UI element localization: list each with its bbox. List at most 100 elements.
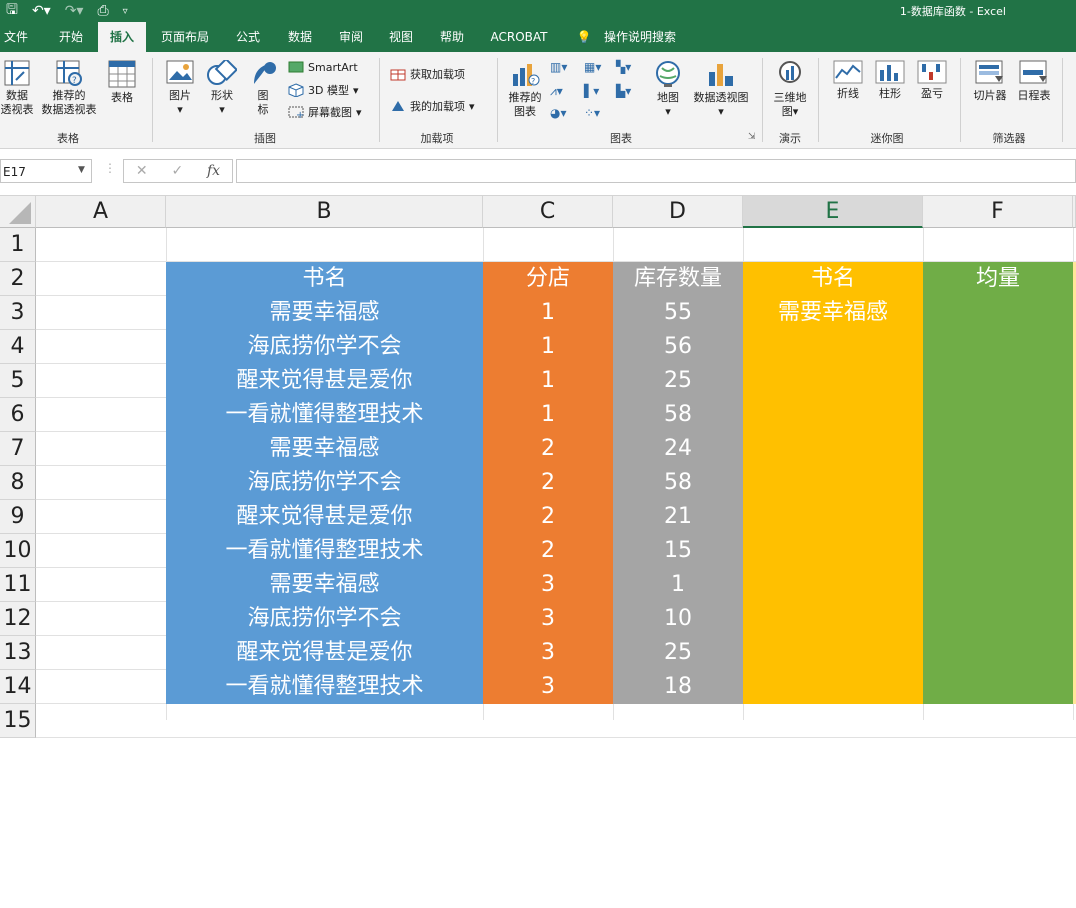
cell-store[interactable]: 1 <box>483 330 613 364</box>
line-chart-button[interactable]: ⩘▾ <box>550 84 563 99</box>
icons-button[interactable]: 图 标 <box>246 58 280 117</box>
row-header[interactable]: 7 <box>0 432 36 466</box>
cell-book[interactable]: 需要幸福感 <box>166 568 483 602</box>
cell-book[interactable]: 海底捞你学不会 <box>166 466 483 500</box>
row-header[interactable]: 8 <box>0 466 36 500</box>
cell-store[interactable]: 1 <box>483 364 613 398</box>
cell-book[interactable]: 醒来觉得甚是爱你 <box>166 364 483 398</box>
table-button[interactable]: 表格 <box>104 60 140 105</box>
tab-data[interactable]: 数据 <box>278 22 322 52</box>
tab-review[interactable]: 审阅 <box>330 22 372 52</box>
tab-home[interactable]: 开始 <box>46 22 96 52</box>
cell-quantity[interactable]: 1 <box>613 568 743 602</box>
cell-quantity[interactable]: 25 <box>613 364 743 398</box>
cell-store[interactable]: 3 <box>483 568 613 602</box>
row-header[interactable]: 9 <box>0 500 36 534</box>
column-header-b[interactable]: B <box>166 196 483 228</box>
cell-store[interactable]: 3 <box>483 636 613 670</box>
3d-map-button[interactable]: 三维地 图▾ <box>768 60 812 119</box>
sparkline-line-button[interactable]: 折线 <box>828 60 868 101</box>
column-header-e[interactable]: E <box>743 196 923 228</box>
statistic-chart-button[interactable]: ▌▾ <box>584 84 599 98</box>
tell-me-search[interactable]: 操作说明搜索 <box>598 22 682 52</box>
cell-book[interactable]: 海底捞你学不会 <box>166 602 483 636</box>
cell-store[interactable]: 1 <box>483 296 613 330</box>
cell-quantity[interactable]: 10 <box>613 602 743 636</box>
my-addins-button[interactable]: 我的加载项 ▾ <box>390 98 475 114</box>
recommended-charts-button[interactable]: ? 推荐的 图表 <box>504 60 546 119</box>
undo-icon[interactable]: ↶▾ <box>32 3 51 19</box>
header-quantity[interactable]: 库存数量 <box>613 262 743 296</box>
timeline-button[interactable]: 日程表 <box>1012 60 1056 103</box>
header-average[interactable]: 均量 <box>923 262 1073 296</box>
name-box-dropdown-icon[interactable]: ▼ <box>78 165 85 175</box>
smartart-button[interactable]: SmartArt <box>288 60 358 74</box>
cell-store[interactable]: 2 <box>483 466 613 500</box>
insert-function-icon[interactable]: fx <box>207 163 220 179</box>
select-all-corner[interactable] <box>0 196 36 228</box>
column-header-a[interactable]: A <box>36 196 166 228</box>
tab-acrobat[interactable]: ACROBAT <box>484 22 554 52</box>
cell-book[interactable]: 海底捞你学不会 <box>166 330 483 364</box>
column-header-f[interactable]: F <box>923 196 1073 228</box>
cell-quantity[interactable]: 18 <box>613 670 743 704</box>
tab-page-layout[interactable]: 页面布局 <box>152 22 218 52</box>
slicer-button[interactable]: 切片器 <box>968 60 1012 103</box>
sparkline-column-button[interactable]: 柱形 <box>870 60 910 101</box>
header-store[interactable]: 分店 <box>483 262 613 296</box>
pivot-table-button[interactable]: 数据 透视表 <box>0 60 34 117</box>
pictures-button[interactable]: 图片 ▾ <box>160 60 200 117</box>
cell-quantity[interactable]: 24 <box>613 432 743 466</box>
tab-formulas[interactable]: 公式 <box>226 22 270 52</box>
hierarchy-chart-button[interactable]: ▦▾ <box>584 60 601 74</box>
row-header[interactable]: 5 <box>0 364 36 398</box>
tab-insert[interactable]: 插入 <box>98 22 146 52</box>
cell-book[interactable]: 一看就懂得整理技术 <box>166 534 483 568</box>
cell-quantity[interactable]: 15 <box>613 534 743 568</box>
row-header[interactable]: 2 <box>0 262 36 296</box>
header-criteria-book[interactable]: 书名 <box>743 262 923 296</box>
dialog-launcher-icon[interactable]: ⇲ <box>748 132 756 142</box>
cell-quantity[interactable]: 56 <box>613 330 743 364</box>
save-icon[interactable]: 🖫 <box>6 0 18 23</box>
cell-book[interactable]: 需要幸福感 <box>166 296 483 330</box>
maps-button[interactable]: 地图 ▾ <box>650 60 686 119</box>
scatter-chart-button[interactable]: ⁘▾ <box>584 106 600 120</box>
cell-quantity[interactable]: 55 <box>613 296 743 330</box>
tab-file[interactable]: 文件 <box>0 22 32 52</box>
redo-icon[interactable]: ↷▾ <box>65 3 84 19</box>
cell-quantity[interactable]: 58 <box>613 466 743 500</box>
cell-quantity[interactable]: 25 <box>613 636 743 670</box>
header-book[interactable]: 书名 <box>166 262 483 296</box>
row-header[interactable]: 14 <box>0 670 36 704</box>
formula-input[interactable] <box>236 159 1076 183</box>
3d-model-button[interactable]: 3D 模型 ▾ <box>288 82 359 98</box>
print-preview-icon[interactable]: ⎙ <box>97 3 108 19</box>
screenshot-button[interactable]: + 屏幕截图 ▾ <box>288 104 362 120</box>
sparkline-winloss-button[interactable]: 盈亏 <box>912 60 952 101</box>
row-header[interactable]: 3 <box>0 296 36 330</box>
column-chart-button[interactable]: ▥▾ <box>550 60 567 74</box>
column-header-d[interactable]: D <box>613 196 743 228</box>
tab-view[interactable]: 视图 <box>380 22 422 52</box>
row-header[interactable]: 13 <box>0 636 36 670</box>
cancel-icon[interactable]: ✕ <box>136 163 148 179</box>
cell-store[interactable]: 2 <box>483 534 613 568</box>
cell-book[interactable]: 需要幸福感 <box>166 432 483 466</box>
cell-book[interactable]: 醒来觉得甚是爱你 <box>166 500 483 534</box>
combo-chart-button[interactable]: ▙▾ <box>616 84 631 98</box>
row-header[interactable]: 1 <box>0 228 36 262</box>
row-header[interactable]: 6 <box>0 398 36 432</box>
cell-book[interactable]: 醒来觉得甚是爱你 <box>166 636 483 670</box>
cell-store[interactable]: 1 <box>483 398 613 432</box>
criteria-book-value[interactable]: 需要幸福感 <box>743 296 923 330</box>
enter-icon[interactable]: ✓ <box>171 163 183 179</box>
tab-help[interactable]: 帮助 <box>430 22 474 52</box>
cell-book[interactable]: 一看就懂得整理技术 <box>166 398 483 432</box>
row-header[interactable]: 10 <box>0 534 36 568</box>
cell-store[interactable]: 2 <box>483 432 613 466</box>
cell-store[interactable]: 3 <box>483 602 613 636</box>
row-header[interactable]: 4 <box>0 330 36 364</box>
cell-quantity[interactable]: 58 <box>613 398 743 432</box>
shapes-button[interactable]: 形状 ▾ <box>202 60 242 117</box>
